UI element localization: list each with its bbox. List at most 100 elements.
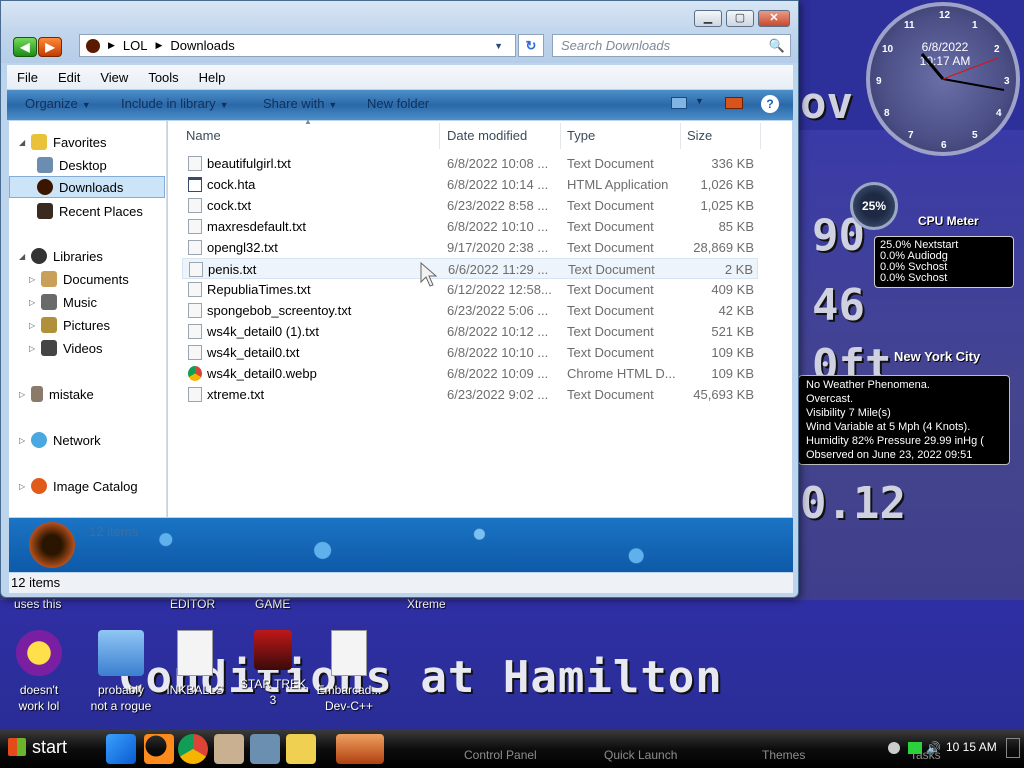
file-row[interactable]: ws4k_detail0.webp 6/8/2022 10:09 ... Chrom… [182, 363, 758, 384]
expand-arrow-icon[interactable]: ▷ [29, 275, 39, 284]
desktop-icon-inkballs[interactable]: INKBALLS [160, 630, 230, 698]
expand-arrow-icon[interactable]: ▷ [19, 482, 29, 491]
search-icon[interactable] [144, 734, 174, 764]
menu-help[interactable]: Help [189, 70, 236, 85]
minimize-button[interactable]: ▁ [694, 10, 722, 27]
taskbar-explorer-button[interactable] [336, 734, 384, 764]
start-button[interactable]: start [0, 732, 86, 766]
file-row[interactable]: xtreme.txt 6/23/2022 9:02 ... Text Documen… [182, 384, 758, 405]
breadcrumb-item[interactable]: Downloads [170, 38, 234, 53]
file-row[interactable]: cock.hta 6/8/2022 10:14 ... HTML Applicati… [182, 174, 758, 195]
file-row[interactable]: RepubliaTimes.txt 6/12/2022 12:58... Text … [182, 279, 758, 300]
breadcrumb-item[interactable]: LOL [123, 38, 148, 53]
network-status-icon[interactable] [908, 742, 922, 754]
file-row[interactable]: ws4k_detail0.txt 6/8/2022 10:10 ... Text D… [182, 342, 758, 363]
file-size: 1,025 KB [700, 198, 755, 213]
column-header-date[interactable]: Date modified [441, 123, 561, 149]
nav-favorites[interactable]: ◢ Favorites [9, 131, 165, 153]
file-size: 2 KB [724, 262, 753, 277]
desktop-icon-devcpp[interactable]: Embarcad... Dev-C++ [314, 630, 384, 714]
paint-icon[interactable] [214, 734, 244, 764]
file-row[interactable]: ws4k_detail0 (1).txt 6/8/2022 10:12 ... Te… [182, 321, 758, 342]
share-with-button[interactable]: Share with ▼ [263, 96, 337, 111]
desktop-icon-label[interactable]: Xtreme [407, 597, 446, 611]
address-bar[interactable]: ▶ LOL ▶ Downloads ▼ [79, 34, 516, 57]
close-button[interactable]: ✕ [758, 10, 790, 27]
nav-mistake[interactable]: ▷ mistake [9, 383, 165, 405]
nav-downloads[interactable]: Downloads [9, 176, 165, 198]
desktop-icon-label[interactable]: EDITOR [170, 597, 215, 611]
chrome-icon[interactable] [178, 734, 208, 764]
expand-arrow-icon[interactable]: ▷ [29, 298, 39, 307]
weather-gadget[interactable]: New York City No Weather Phenomena. Over… [798, 337, 1014, 465]
search-input[interactable]: Search Downloads 🔍 [552, 34, 791, 57]
nav-music[interactable]: ▷ Music [9, 291, 165, 313]
window-titlebar[interactable]: ▁ ▢ ✕ [1, 1, 798, 31]
view-options-icon[interactable] [671, 97, 687, 109]
file-row[interactable]: beautifulgirl.txt 6/8/2022 10:08 ... Text … [182, 153, 758, 174]
clock-gadget[interactable]: 12 1 2 3 4 5 6 7 8 9 10 11 6/8/2022 10:1… [866, 2, 1020, 156]
expand-arrow-icon[interactable]: ▷ [29, 344, 39, 353]
file-row[interactable]: maxresdefault.txt 6/8/2022 10:10 ... Text … [182, 216, 758, 237]
desktop-icon-label[interactable]: GAME [255, 597, 290, 611]
forward-button[interactable]: ▶ [38, 37, 62, 57]
desktop-icon-label[interactable]: uses this [14, 597, 61, 611]
text-document-icon [189, 262, 203, 277]
back-button[interactable]: ◀ [13, 37, 37, 57]
file-row[interactable]: opengl32.txt 9/17/2020 2:38 ... Text Docum… [182, 237, 758, 258]
expand-arrow-icon[interactable]: ◢ [19, 138, 29, 147]
column-header-type[interactable]: Type [561, 123, 681, 149]
preview-pane-icon[interactable] [725, 97, 743, 109]
new-folder-button[interactable]: New folder [367, 96, 429, 111]
volume-icon[interactable]: 🔊 [926, 741, 941, 755]
nav-image-catalog[interactable]: ▷ Image Catalog [9, 475, 165, 497]
column-header-name[interactable]: Name [180, 123, 440, 149]
tray-clock[interactable]: 10 15 AM [946, 740, 997, 754]
file-row[interactable]: spongebob_screentoy.txt 6/23/2022 5:06 ..… [182, 300, 758, 321]
maximize-button[interactable]: ▢ [726, 10, 754, 27]
nav-libraries[interactable]: ◢ Libraries [9, 245, 165, 267]
folder-icon[interactable] [286, 734, 316, 764]
star-wars-game-icon [254, 630, 292, 670]
chevron-down-icon[interactable]: ▼ [695, 96, 704, 106]
help-icon[interactable]: ? [761, 95, 779, 113]
nav-network[interactable]: ▷ Network [9, 429, 165, 451]
organize-button[interactable]: Organize ▼ [25, 96, 91, 111]
menu-view[interactable]: View [90, 70, 138, 85]
show-desktop-button[interactable] [1006, 738, 1020, 758]
file-row[interactable]: cock.txt 6/23/2022 8:58 ... Text Document 1… [182, 195, 758, 216]
nav-label: Network [53, 432, 101, 448]
menu-file[interactable]: File [7, 70, 48, 85]
expand-arrow-icon[interactable]: ▷ [29, 321, 39, 330]
nav-recent-places[interactable]: Recent Places [9, 200, 165, 222]
windows-logo-icon[interactable] [106, 734, 136, 764]
desktop-icon-star-trek[interactable]: STAR TREK 3 [238, 630, 308, 708]
menu-tools[interactable]: Tools [138, 70, 188, 85]
column-header-size[interactable]: Size [681, 123, 761, 149]
refresh-button[interactable]: ↻ [518, 34, 544, 57]
nav-pictures[interactable]: ▷ Pictures [9, 314, 165, 336]
show-hidden-icons-icon[interactable] [888, 742, 900, 754]
search-icon[interactable]: 🔍 [769, 35, 785, 56]
icon-label-line: Dev-C++ [324, 699, 374, 713]
cpu-meter-gadget[interactable]: 25% CPU Meter 25.0% Nextstart 0.0% Audio… [850, 182, 1016, 288]
computer-icon[interactable] [250, 734, 280, 764]
nav-documents[interactable]: ▷ Documents [9, 268, 165, 290]
desktop-icon-yahoo[interactable]: doesn't work lol [4, 630, 74, 714]
share-label: Share with [263, 96, 325, 111]
folder-icon [31, 386, 43, 402]
file-type: Text Document [567, 282, 654, 297]
expand-arrow-icon[interactable]: ◢ [19, 252, 29, 261]
file-type: Text Document [567, 219, 654, 234]
file-row[interactable]: penis.txt 6/6/2022 11:29 ... Text Document… [182, 258, 758, 279]
navigation-pane: ◢ Favorites Desktop Downloads Recent Plac… [9, 121, 167, 517]
nav-desktop[interactable]: Desktop [9, 154, 165, 176]
nav-videos[interactable]: ▷ Videos [9, 337, 165, 359]
desktop-icon-settings[interactable]: probably not a rogue [86, 630, 156, 714]
include-in-library-button[interactable]: Include in library ▼ [121, 96, 229, 111]
chevron-down-icon[interactable]: ▼ [494, 41, 503, 51]
expand-arrow-icon[interactable]: ▷ [19, 436, 29, 445]
menu-edit[interactable]: Edit [48, 70, 90, 85]
details-pane: 12 items [9, 518, 793, 572]
expand-arrow-icon[interactable]: ▷ [19, 390, 29, 399]
